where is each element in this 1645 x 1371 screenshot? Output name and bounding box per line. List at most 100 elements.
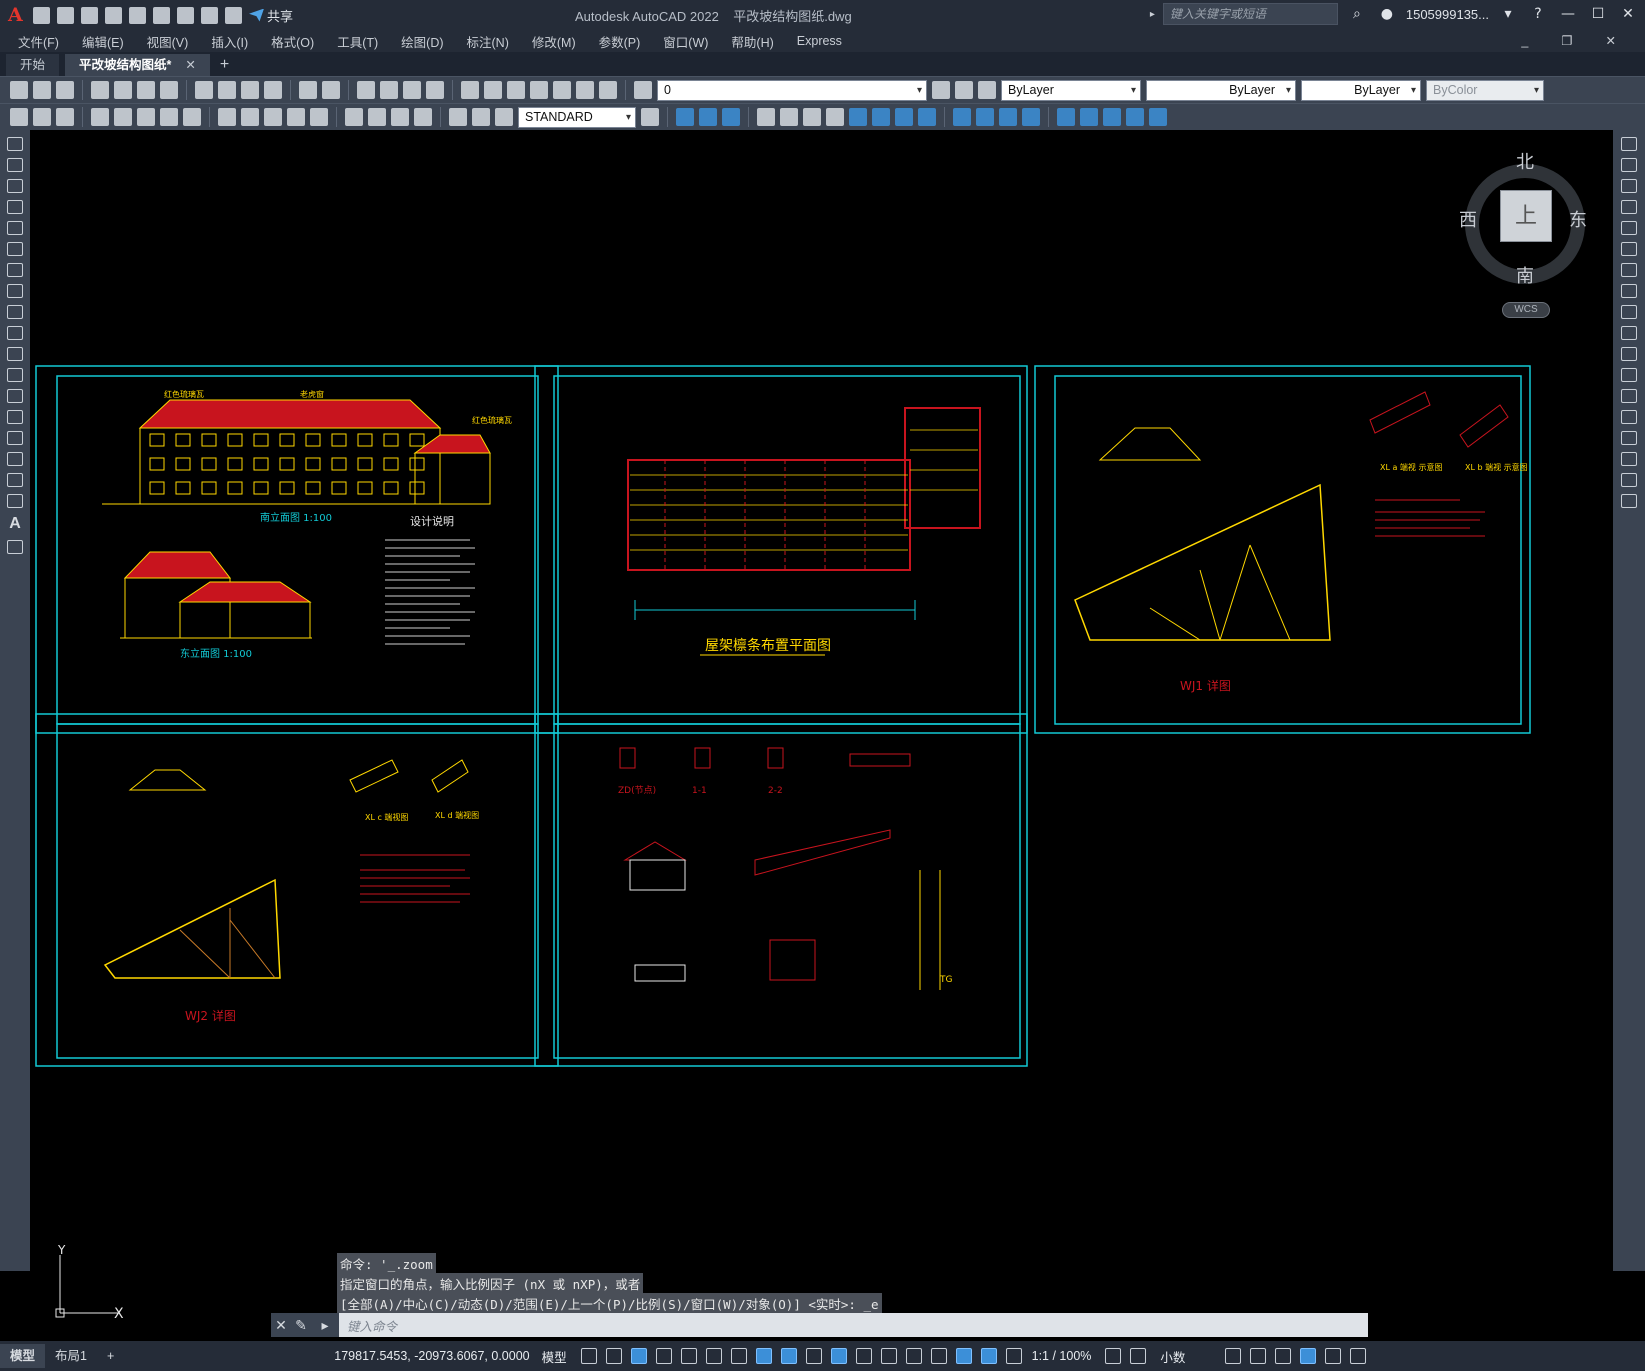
continue-dim-icon[interactable] [264,108,282,126]
compass-west[interactable]: 西 [1459,206,1477,232]
menu-draw[interactable]: 绘图(D) [401,32,443,51]
match-prop-icon[interactable] [264,81,282,99]
dim-break-icon[interactable] [310,108,328,126]
tab-start[interactable]: 开始 [6,54,60,76]
properties-icon[interactable] [461,81,479,99]
gradient-icon[interactable] [7,452,23,466]
dim-text-edit-icon[interactable] [472,108,490,126]
trim-icon[interactable] [953,108,971,126]
isodraft-icon[interactable] [730,1348,747,1364]
ordinate-dim-icon[interactable] [91,108,109,126]
layer-dropdown[interactable]: 0 [657,79,927,101]
point-icon[interactable] [7,410,23,424]
help-icon[interactable]: ? [1527,3,1549,25]
save-icon[interactable] [81,6,98,24]
layer-states-icon[interactable] [978,81,996,99]
design-center-icon[interactable] [484,81,502,99]
redo-icon[interactable] [225,6,242,24]
wcs-menu[interactable]: WCS [1502,302,1550,318]
new-tab-button[interactable]: + [210,54,239,76]
rotate-icon[interactable] [1621,263,1637,277]
line-icon[interactable] [7,137,23,151]
cart-icon[interactable]: ▾ [1497,3,1519,25]
compass-south[interactable]: 南 [1516,262,1534,288]
user-icon[interactable]: ● [1376,3,1398,25]
stretch-icon[interactable] [1621,305,1637,319]
mtext-icon[interactable]: A [0,515,30,533]
lineweight-icon[interactable] [805,1348,822,1364]
radius-dim-icon[interactable] [114,108,132,126]
menu-format[interactable]: 格式(O) [271,32,314,51]
break-at-point-icon[interactable] [1621,368,1637,382]
isolate-objects-icon[interactable] [1275,1348,1292,1364]
plot-icon[interactable] [177,6,194,24]
plot-icon[interactable] [91,81,109,99]
grid-icon[interactable] [580,1348,597,1364]
cut-icon[interactable] [195,81,213,99]
open-icon[interactable] [33,81,51,99]
close-button[interactable]: ✕ [1617,3,1639,25]
hatch-icon[interactable] [7,431,23,445]
pan-icon[interactable] [357,81,375,99]
chamfer-icon[interactable] [1621,431,1637,445]
box-icon[interactable] [676,108,694,126]
undo-icon[interactable] [201,6,218,24]
blend-icon[interactable] [1621,473,1637,487]
doc-minimize-button[interactable]: _ [1521,30,1528,52]
lineweight-dropdown[interactable]: ByLayer [1301,79,1421,101]
maximize-button[interactable]: ☐ [1587,3,1609,25]
diameter-dim-icon[interactable] [160,108,178,126]
add-selected-icon[interactable] [7,540,23,554]
fillet-icon[interactable] [1080,108,1098,126]
center-mark-icon[interactable] [368,108,386,126]
3d-orbit-icon[interactable] [1126,108,1144,126]
menu-tools[interactable]: 工具(T) [337,32,378,51]
quick-dim-icon[interactable] [218,108,236,126]
compass-north[interactable]: 北 [1516,148,1534,174]
plotstyle-dropdown[interactable]: ByColor [1426,79,1544,101]
redo-icon[interactable] [322,81,340,99]
dimstyle-dropdown[interactable]: STANDARD [518,106,636,128]
arc-length-icon[interactable] [56,108,74,126]
search-input[interactable]: 键入关键字或短语 [1162,3,1338,25]
dynamic-ucs-icon[interactable] [905,1348,922,1364]
doc-restore-button[interactable]: ❐ [1561,30,1572,52]
3dprint-icon[interactable] [160,81,178,99]
mirror-icon[interactable] [1621,179,1637,193]
make-block-icon[interactable] [7,389,23,403]
publish-icon[interactable] [137,81,155,99]
tab-model[interactable]: 模型 [0,1344,46,1368]
menu-modify[interactable]: 修改(M) [532,32,576,51]
offset-icon[interactable] [826,108,844,126]
customize-cmd-icon[interactable]: ✎ [291,1313,311,1337]
copy-icon[interactable] [218,81,236,99]
fillet-icon[interactable] [1621,452,1637,466]
insert-block-icon[interactable] [7,368,23,382]
sheet-set-icon[interactable] [530,81,548,99]
annotation-scale[interactable]: 1:1 / 100% [1032,1349,1092,1363]
autocad-logo-icon[interactable]: A [8,5,26,25]
ellipse-icon[interactable] [7,326,23,340]
polygon-icon[interactable] [7,200,23,214]
angular-dim-icon[interactable] [183,108,201,126]
rectangle-icon[interactable] [7,221,23,235]
xline-icon[interactable] [7,158,23,172]
units-dropdown[interactable]: 小数 [1160,1347,1185,1366]
join-icon[interactable] [1621,410,1637,424]
jogged-dim-icon[interactable] [137,108,155,126]
polar-icon[interactable] [705,1348,722,1364]
save-icon[interactable] [56,81,74,99]
spline-icon[interactable] [7,305,23,319]
save-web-icon[interactable] [153,6,170,24]
calculator-icon[interactable] [576,81,594,99]
workspace-icon[interactable] [1105,1348,1122,1364]
open-icon[interactable] [57,6,74,24]
lock-ui-icon[interactable] [1250,1348,1267,1364]
break-icon[interactable] [1621,389,1637,403]
viewcube-top-face[interactable]: 上 [1500,190,1552,242]
transparency-icon[interactable] [830,1348,847,1364]
zoom-window-icon[interactable] [403,81,421,99]
doc-close-button[interactable]: ✕ [1606,30,1616,52]
auto-scale-icon[interactable] [1005,1348,1022,1364]
open-web-icon[interactable] [129,6,146,24]
